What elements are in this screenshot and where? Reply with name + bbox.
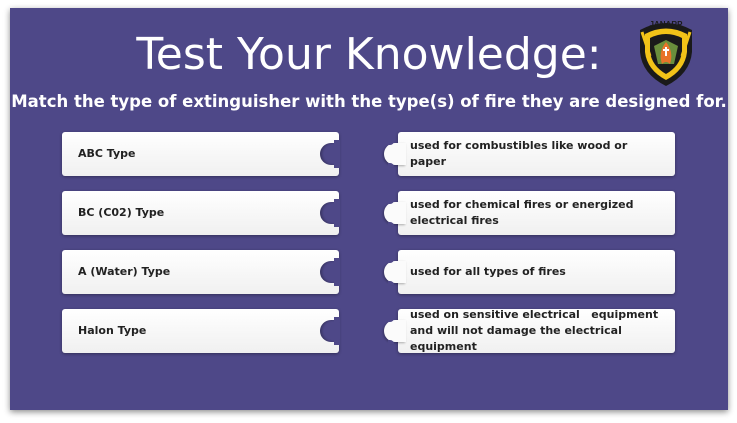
puzzle-tab bbox=[384, 141, 406, 167]
fire-type-label: used for all types of fires bbox=[410, 265, 566, 278]
match-row: Halon Type used on sensitive electrical … bbox=[10, 308, 728, 353]
fire-type-card[interactable]: used on sensitive electrical equipment a… bbox=[384, 308, 675, 353]
match-row: A (Water) Type used for all types of fir… bbox=[10, 250, 728, 294]
instructions: Match the type of extinguisher with the … bbox=[11, 92, 727, 111]
fire-type-card[interactable]: used for all types of fires bbox=[384, 250, 675, 294]
fire-type-label: used for chemical fires or energized ele… bbox=[410, 198, 634, 227]
puzzle-notch bbox=[320, 140, 340, 168]
match-row: ABC Type used for combustibles like wood… bbox=[10, 132, 728, 176]
fire-shield-logo-icon: JANARP bbox=[640, 20, 692, 86]
puzzle-notch bbox=[320, 199, 340, 227]
logo-text: JANARP bbox=[650, 20, 684, 29]
puzzle-notch bbox=[320, 258, 340, 286]
slide: Test Your Knowledge: JANARP Match the ty… bbox=[10, 8, 728, 410]
fire-type-card[interactable]: used for combustibles like wood or paper bbox=[384, 132, 675, 176]
puzzle-tab bbox=[384, 318, 406, 344]
extinguisher-label: ABC Type bbox=[78, 147, 136, 160]
extinguisher-label: Halon Type bbox=[78, 324, 147, 337]
fire-type-label: used for combustibles like wood or paper bbox=[410, 139, 628, 168]
puzzle-tab bbox=[384, 200, 406, 226]
extinguisher-card[interactable]: Halon Type bbox=[62, 309, 340, 353]
fire-type-label: used on sensitive electrical equipment a… bbox=[410, 308, 662, 353]
extinguisher-card[interactable]: A (Water) Type bbox=[62, 250, 340, 294]
puzzle-notch bbox=[320, 317, 340, 345]
extinguisher-label: A (Water) Type bbox=[78, 265, 171, 278]
match-row: BC (C02) Type used for chemical fires or… bbox=[10, 191, 728, 235]
fire-type-card[interactable]: used for chemical fires or energized ele… bbox=[384, 191, 675, 235]
extinguisher-card[interactable]: BC (C02) Type bbox=[62, 191, 340, 235]
extinguisher-label: BC (C02) Type bbox=[78, 206, 165, 219]
page-title: Test Your Knowledge: bbox=[136, 29, 602, 80]
puzzle-tab bbox=[384, 259, 406, 285]
extinguisher-card[interactable]: ABC Type bbox=[62, 132, 340, 176]
